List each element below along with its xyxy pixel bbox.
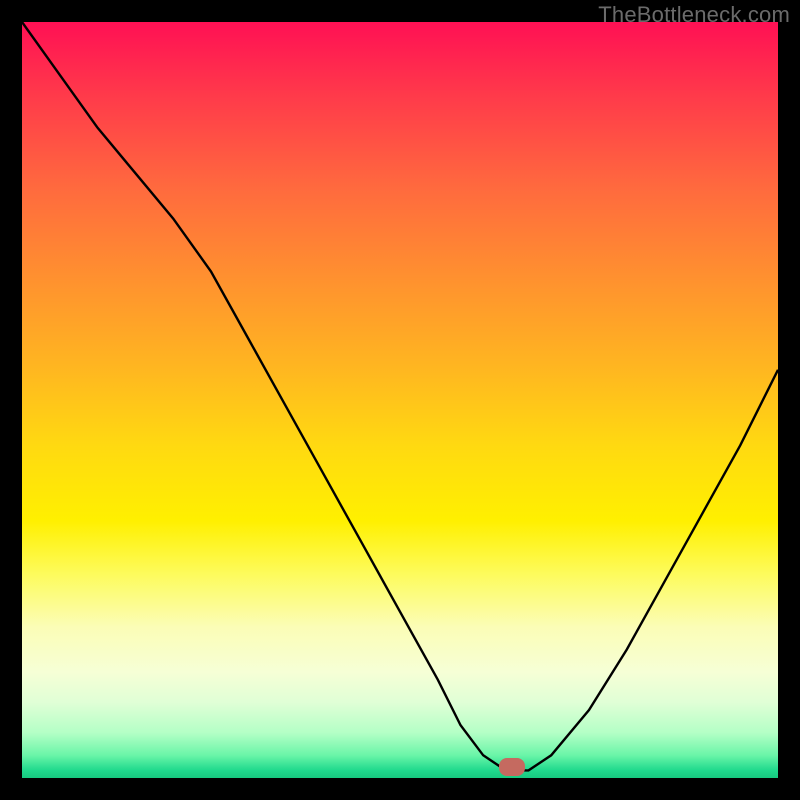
optimal-marker (499, 758, 525, 776)
curve-svg (22, 22, 778, 778)
chart-frame: TheBottleneck.com (0, 0, 800, 800)
bottleneck-curve (22, 22, 778, 770)
plot-area (22, 22, 778, 778)
